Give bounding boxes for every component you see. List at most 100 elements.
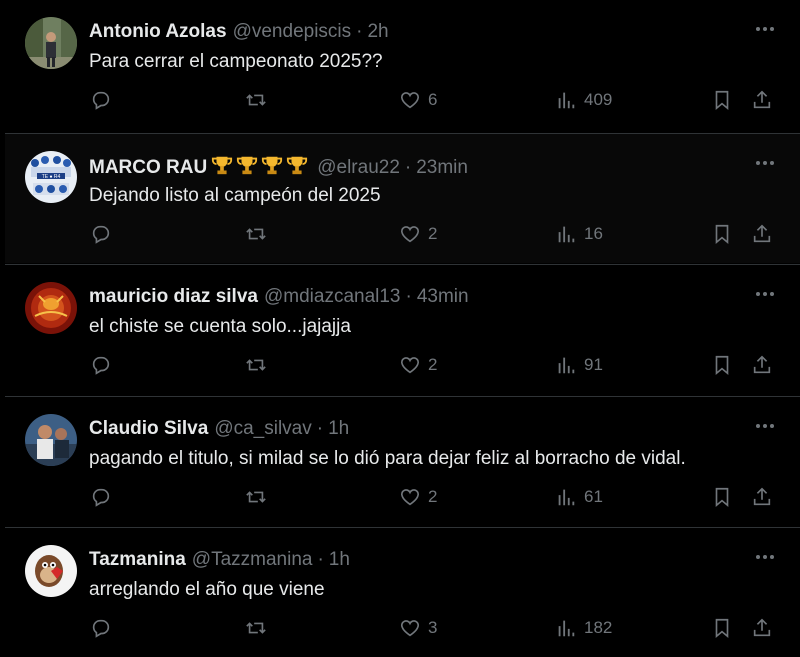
separator-dot: ·	[316, 418, 324, 439]
tweet-header: MARCO RAU @elrau22 · 23min	[89, 154, 740, 183]
trophy-icon	[212, 156, 233, 175]
like-button[interactable]: 3	[399, 614, 437, 642]
author-name[interactable]: MARCO RAU	[89, 157, 207, 178]
tweet-text: Para cerrar el campeonato 2025??	[89, 51, 383, 72]
timestamp[interactable]: 23min	[416, 157, 468, 178]
bookmark-button[interactable]	[711, 614, 733, 642]
bookmark-icon	[715, 90, 729, 111]
trophy-icon	[262, 156, 283, 175]
like-button[interactable]: 2	[399, 483, 437, 511]
timestamp[interactable]: 1h	[328, 418, 349, 439]
more-icon[interactable]	[752, 544, 778, 570]
timestamp[interactable]: 43min	[417, 286, 469, 307]
bookmark-button[interactable]	[711, 483, 733, 511]
tweet[interactable]: Antonio Azolas @vendepiscis · 2h Para cerra…	[5, 0, 800, 130]
tweet-header: Antonio Azolas @vendepiscis · 2h	[89, 20, 740, 44]
retweet-icon	[246, 359, 266, 371]
author-handle[interactable]: @ca_silvav	[214, 418, 311, 439]
view-count: 16	[584, 224, 603, 243]
reply-button[interactable]	[90, 614, 112, 642]
retweet-button[interactable]	[245, 220, 267, 248]
author-handle[interactable]: @vendepiscis	[233, 21, 352, 42]
more-icon[interactable]	[752, 16, 778, 42]
timestamp[interactable]: 2h	[367, 21, 388, 42]
author-name[interactable]: Tazmanina	[89, 549, 186, 570]
like-count: 2	[428, 355, 438, 374]
like-button[interactable]: 2	[399, 220, 437, 248]
bookmark-icon	[715, 224, 729, 245]
views-button[interactable]: 91	[555, 351, 603, 379]
more-icon[interactable]	[752, 150, 778, 176]
author-name[interactable]: mauricio diaz silva	[89, 286, 258, 307]
retweet-icon	[246, 491, 266, 503]
tweet-actions: 6 409	[5, 86, 800, 114]
share-button[interactable]	[751, 614, 773, 642]
tweet-actions: 2 16	[5, 220, 800, 248]
timestamp[interactable]: 1h	[329, 549, 350, 570]
reply-button[interactable]	[90, 483, 112, 511]
avatar[interactable]	[25, 282, 77, 334]
reply-icon	[92, 488, 110, 507]
share-icon	[753, 90, 771, 109]
views-button[interactable]: 61	[555, 483, 603, 511]
separator-dot: ·	[317, 549, 324, 570]
retweet-button[interactable]	[245, 483, 267, 511]
views-button[interactable]: 182	[555, 614, 612, 642]
retweet-button[interactable]	[245, 86, 267, 114]
reply-button[interactable]	[90, 351, 112, 379]
bookmark-icon	[715, 355, 729, 376]
reply-button[interactable]	[90, 86, 112, 114]
tweet-text: Dejando listo al campeón del 2025	[89, 185, 381, 206]
share-button[interactable]	[751, 351, 773, 379]
tweet[interactable]: Tazmanina @Tazzmanina · 1h arreglando el añ…	[5, 527, 800, 657]
trophy-icon	[237, 156, 258, 175]
retweet-button[interactable]	[245, 614, 267, 642]
views-icon	[558, 357, 575, 374]
like-count: 3	[428, 618, 438, 637]
views-button[interactable]: 16	[555, 220, 603, 248]
share-button[interactable]	[751, 86, 773, 114]
view-count: 182	[584, 618, 613, 637]
views-icon	[558, 620, 575, 637]
tweet[interactable]: TE ● R4 MARCO RAU @elrau22 · 23min Dejando…	[5, 133, 800, 263]
trophy-icon	[287, 156, 308, 175]
heart-icon	[400, 357, 420, 374]
tweet-actions: 2 91	[5, 351, 800, 379]
views-button[interactable]: 409	[555, 86, 612, 114]
tweet[interactable]: Claudio Silva @ca_silvav · 1h pagando el ti…	[5, 396, 800, 526]
share-button[interactable]	[751, 483, 773, 511]
avatar[interactable]	[25, 414, 77, 466]
bookmark-icon	[715, 618, 729, 639]
like-button[interactable]: 6	[399, 86, 437, 114]
view-count: 409	[584, 90, 613, 109]
view-count: 61	[584, 487, 603, 506]
avatar[interactable]	[25, 545, 77, 597]
like-button[interactable]: 2	[399, 351, 437, 379]
author-handle[interactable]: @elrau22	[317, 157, 400, 178]
author-name[interactable]: Claudio Silva	[89, 418, 208, 439]
avatar[interactable]: TE ● R4	[25, 151, 77, 203]
trophy-emojis	[211, 154, 311, 183]
bookmark-button[interactable]	[711, 220, 733, 248]
heart-icon	[400, 226, 420, 243]
more-icon[interactable]	[752, 413, 778, 439]
avatar[interactable]	[25, 17, 77, 69]
author-handle[interactable]: @mdiazcanal13	[264, 286, 401, 307]
author-name[interactable]: Antonio Azolas	[89, 21, 227, 42]
more-icon[interactable]	[752, 281, 778, 307]
tweet[interactable]: mauricio diaz silva @mdiazcanal13 · 43min e…	[5, 264, 800, 394]
tweet-header: Tazmanina @Tazzmanina · 1h	[89, 548, 740, 572]
reply-icon	[92, 619, 110, 638]
retweet-icon	[246, 622, 266, 634]
bookmark-button[interactable]	[711, 351, 733, 379]
reply-button[interactable]	[90, 220, 112, 248]
tweet-actions: 2 61	[5, 483, 800, 511]
reply-icon	[92, 225, 110, 244]
bookmark-button[interactable]	[711, 86, 733, 114]
author-handle[interactable]: @Tazzmanina	[192, 549, 313, 570]
retweet-button[interactable]	[245, 351, 267, 379]
like-count: 2	[428, 224, 438, 243]
tweet-header: Claudio Silva @ca_silvav · 1h	[89, 417, 740, 441]
share-button[interactable]	[751, 220, 773, 248]
like-count: 6	[428, 90, 438, 109]
